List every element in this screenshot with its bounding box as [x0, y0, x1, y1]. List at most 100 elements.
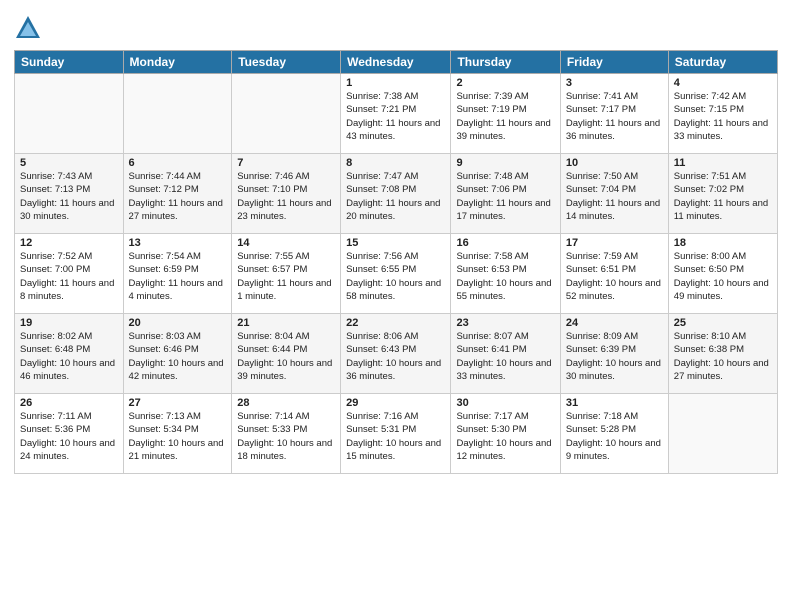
day-info: Sunrise: 7:52 AMSunset: 7:00 PMDaylight:… — [20, 251, 114, 302]
day-info: Sunrise: 7:18 AMSunset: 5:28 PMDaylight:… — [566, 411, 661, 462]
day-cell: 15 Sunrise: 7:56 AMSunset: 6:55 PMDayligh… — [341, 234, 451, 314]
day-number: 10 — [566, 157, 663, 169]
day-info: Sunrise: 7:38 AMSunset: 7:21 PMDaylight:… — [346, 91, 440, 142]
day-info: Sunrise: 8:06 AMSunset: 6:43 PMDaylight:… — [346, 331, 441, 382]
day-cell: 28 Sunrise: 7:14 AMSunset: 5:33 PMDayligh… — [232, 394, 341, 474]
day-number: 20 — [129, 317, 227, 329]
day-cell: 26Sunrise: 7:11 AMSunset: 5:36 PMDayligh… — [15, 394, 124, 474]
logo-icon — [14, 14, 42, 42]
day-number: 11 — [674, 157, 772, 169]
day-info: Sunrise: 7:17 AMSunset: 5:30 PMDaylight:… — [456, 411, 551, 462]
day-number: 16 — [456, 237, 554, 249]
week-row: 5 Sunrise: 7:43 AMSunset: 7:13 PMDaylight… — [15, 154, 778, 234]
day-cell: 14 Sunrise: 7:55 AMSunset: 6:57 PMDayligh… — [232, 234, 341, 314]
day-info: Sunrise: 7:58 AMSunset: 6:53 PMDaylight:… — [456, 251, 551, 302]
day-info: Sunrise: 7:14 AMSunset: 5:33 PMDaylight:… — [237, 411, 332, 462]
day-number: 27 — [129, 397, 227, 409]
day-info: Sunrise: 7:43 AMSunset: 7:13 PMDaylight:… — [20, 171, 114, 222]
day-number: 13 — [129, 237, 227, 249]
day-number: 28 — [237, 397, 335, 409]
day-info: Sunrise: 8:02 AMSunset: 6:48 PMDaylight:… — [20, 331, 115, 382]
day-cell: 22 Sunrise: 8:06 AMSunset: 6:43 PMDayligh… — [341, 314, 451, 394]
day-number: 18 — [674, 237, 772, 249]
page: SundayMondayTuesdayWednesdayThursdayFrid… — [0, 0, 792, 612]
day-number: 14 — [237, 237, 335, 249]
day-number: 3 — [566, 77, 663, 89]
day-info: Sunrise: 8:00 AMSunset: 6:50 PMDaylight:… — [674, 251, 769, 302]
day-cell: 24Sunrise: 8:09 AMSunset: 6:39 PMDayligh… — [560, 314, 668, 394]
day-number: 4 — [674, 77, 772, 89]
day-number: 15 — [346, 237, 445, 249]
day-cell: 19 Sunrise: 8:02 AMSunset: 6:48 PMDayligh… — [15, 314, 124, 394]
day-number: 23 — [456, 317, 554, 329]
day-cell: 16 Sunrise: 7:58 AMSunset: 6:53 PMDayligh… — [451, 234, 560, 314]
day-cell: 8 Sunrise: 7:47 AMSunset: 7:08 PMDaylight… — [341, 154, 451, 234]
day-info: Sunrise: 7:41 AMSunset: 7:17 PMDaylight:… — [566, 91, 660, 142]
day-info: Sunrise: 7:51 AMSunset: 7:02 PMDaylight:… — [674, 171, 768, 222]
day-info: Sunrise: 8:07 AMSunset: 6:41 PMDaylight:… — [456, 331, 551, 382]
day-header: Wednesday — [341, 51, 451, 74]
day-cell: 9 Sunrise: 7:48 AMSunset: 7:06 PMDaylight… — [451, 154, 560, 234]
day-cell: 30 Sunrise: 7:17 AMSunset: 5:30 PMDayligh… — [451, 394, 560, 474]
day-info: Sunrise: 7:16 AMSunset: 5:31 PMDaylight:… — [346, 411, 441, 462]
day-cell: 12 Sunrise: 7:52 AMSunset: 7:00 PMDayligh… — [15, 234, 124, 314]
day-number: 17 — [566, 237, 663, 249]
day-cell: 21 Sunrise: 8:04 AMSunset: 6:44 PMDayligh… — [232, 314, 341, 394]
day-info: Sunrise: 7:13 AMSunset: 5:34 PMDaylight:… — [129, 411, 224, 462]
day-cell: 4 Sunrise: 7:42 AMSunset: 7:15 PMDaylight… — [668, 74, 777, 154]
day-cell: 29Sunrise: 7:16 AMSunset: 5:31 PMDayligh… — [341, 394, 451, 474]
day-info: Sunrise: 7:59 AMSunset: 6:51 PMDaylight:… — [566, 251, 661, 302]
day-info: Sunrise: 8:09 AMSunset: 6:39 PMDaylight:… — [566, 331, 661, 382]
day-cell: 27 Sunrise: 7:13 AMSunset: 5:34 PMDayligh… — [123, 394, 232, 474]
day-cell: 10Sunrise: 7:50 AMSunset: 7:04 PMDayligh… — [560, 154, 668, 234]
day-number: 30 — [456, 397, 554, 409]
day-info: Sunrise: 7:54 AMSunset: 6:59 PMDaylight:… — [129, 251, 223, 302]
day-info: Sunrise: 7:55 AMSunset: 6:57 PMDaylight:… — [237, 251, 331, 302]
day-number: 7 — [237, 157, 335, 169]
day-info: Sunrise: 7:56 AMSunset: 6:55 PMDaylight:… — [346, 251, 441, 302]
day-number: 12 — [20, 237, 118, 249]
day-number: 25 — [674, 317, 772, 329]
day-cell: 5 Sunrise: 7:43 AMSunset: 7:13 PMDaylight… — [15, 154, 124, 234]
day-number: 8 — [346, 157, 445, 169]
day-number: 2 — [456, 77, 554, 89]
day-number: 22 — [346, 317, 445, 329]
day-cell: 31 Sunrise: 7:18 AMSunset: 5:28 PMDayligh… — [560, 394, 668, 474]
day-header: Thursday — [451, 51, 560, 74]
calendar: SundayMondayTuesdayWednesdayThursdayFrid… — [14, 50, 778, 474]
day-cell — [123, 74, 232, 154]
week-row: 19 Sunrise: 8:02 AMSunset: 6:48 PMDayligh… — [15, 314, 778, 394]
day-info: Sunrise: 7:47 AMSunset: 7:08 PMDaylight:… — [346, 171, 440, 222]
day-cell — [668, 394, 777, 474]
day-cell: 7Sunrise: 7:46 AMSunset: 7:10 PMDaylight… — [232, 154, 341, 234]
day-cell: 3 Sunrise: 7:41 AMSunset: 7:17 PMDaylight… — [560, 74, 668, 154]
day-number: 1 — [346, 77, 445, 89]
day-number: 31 — [566, 397, 663, 409]
day-info: Sunrise: 7:42 AMSunset: 7:15 PMDaylight:… — [674, 91, 768, 142]
day-header: Tuesday — [232, 51, 341, 74]
day-number: 21 — [237, 317, 335, 329]
day-cell: 1 Sunrise: 7:38 AMSunset: 7:21 PMDaylight… — [341, 74, 451, 154]
week-row: 1 Sunrise: 7:38 AMSunset: 7:21 PMDaylight… — [15, 74, 778, 154]
day-cell: 17 Sunrise: 7:59 AMSunset: 6:51 PMDayligh… — [560, 234, 668, 314]
day-cell: 18 Sunrise: 8:00 AMSunset: 6:50 PMDayligh… — [668, 234, 777, 314]
header-row: SundayMondayTuesdayWednesdayThursdayFrid… — [15, 51, 778, 74]
week-row: 12 Sunrise: 7:52 AMSunset: 7:00 PMDayligh… — [15, 234, 778, 314]
day-cell: 25 Sunrise: 8:10 AMSunset: 6:38 PMDayligh… — [668, 314, 777, 394]
day-info: Sunrise: 8:04 AMSunset: 6:44 PMDaylight:… — [237, 331, 332, 382]
day-header: Saturday — [668, 51, 777, 74]
day-cell: 11 Sunrise: 7:51 AMSunset: 7:02 PMDayligh… — [668, 154, 777, 234]
day-info: Sunrise: 8:10 AMSunset: 6:38 PMDaylight:… — [674, 331, 769, 382]
day-number: 5 — [20, 157, 118, 169]
day-number: 6 — [129, 157, 227, 169]
day-cell: 20Sunrise: 8:03 AMSunset: 6:46 PMDayligh… — [123, 314, 232, 394]
day-info: Sunrise: 7:48 AMSunset: 7:06 PMDaylight:… — [456, 171, 550, 222]
day-header: Sunday — [15, 51, 124, 74]
day-cell: 6Sunrise: 7:44 AMSunset: 7:12 PMDaylight… — [123, 154, 232, 234]
day-cell: 23 Sunrise: 8:07 AMSunset: 6:41 PMDayligh… — [451, 314, 560, 394]
day-number: 9 — [456, 157, 554, 169]
day-number: 19 — [20, 317, 118, 329]
header — [14, 10, 778, 42]
day-info: Sunrise: 7:11 AMSunset: 5:36 PMDaylight:… — [20, 411, 115, 462]
day-cell: 2Sunrise: 7:39 AMSunset: 7:19 PMDaylight… — [451, 74, 560, 154]
